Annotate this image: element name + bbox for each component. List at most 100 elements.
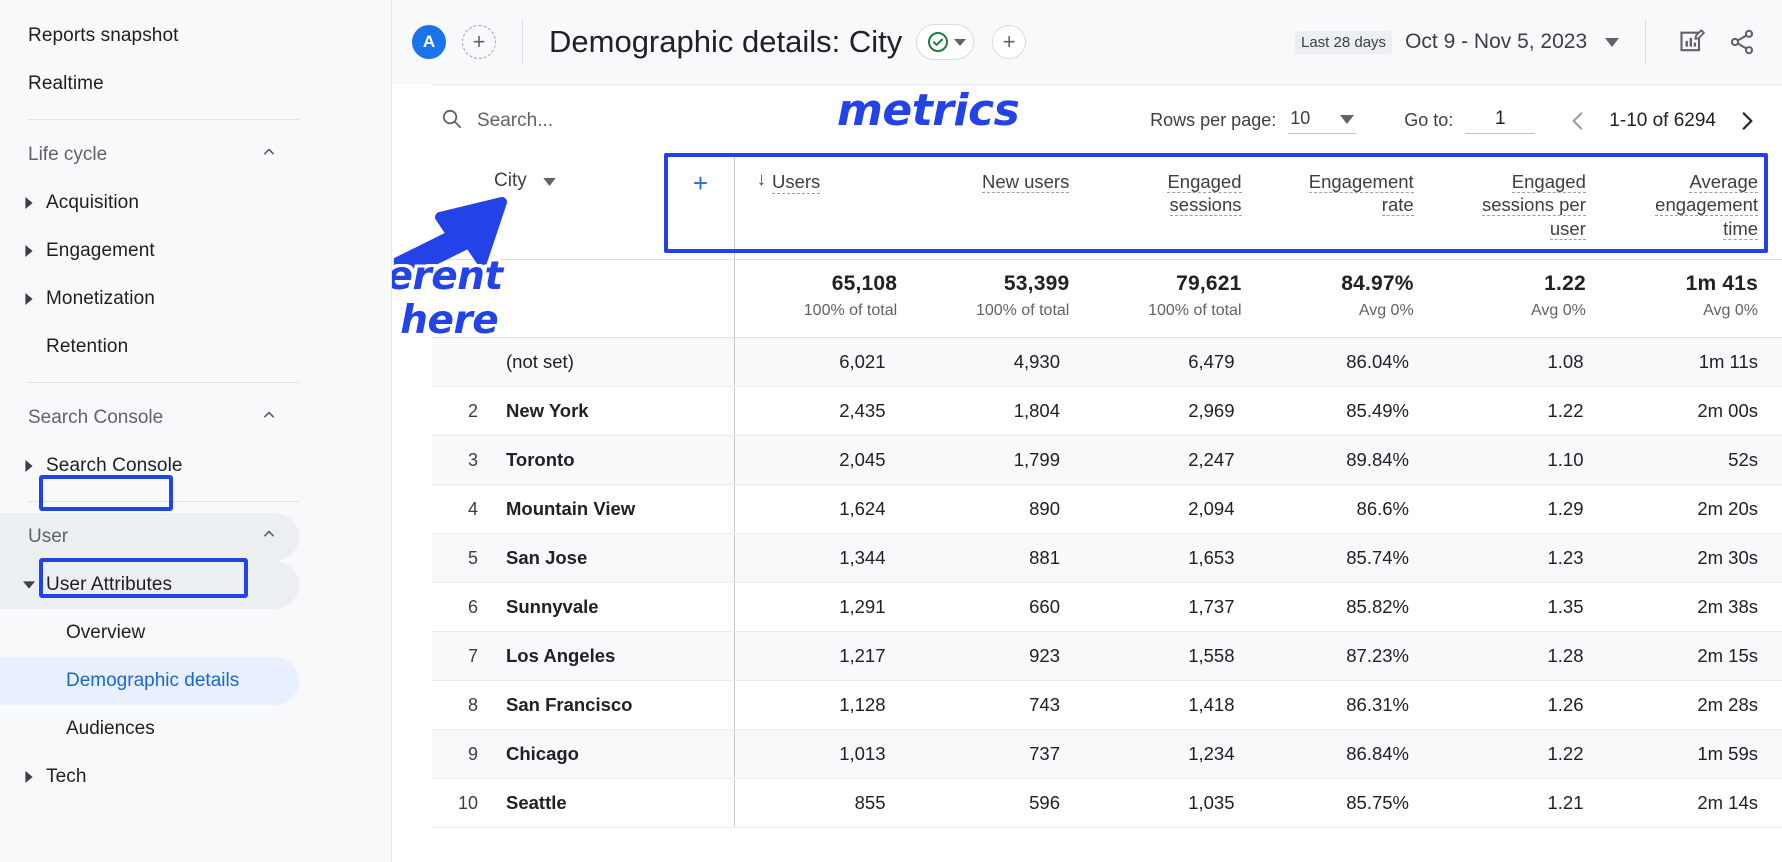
sidebar-item-engagement[interactable]: Engagement (0, 227, 299, 275)
column-header-new-users[interactable]: New users (921, 156, 1093, 259)
column-header-average-engagement-time[interactable]: Average engagement time (1610, 156, 1782, 259)
row-dimension-cell: (not set) (432, 338, 735, 386)
row-city-name[interactable]: Chicago (494, 743, 579, 765)
sidebar-item-tech[interactable]: Tech (0, 753, 299, 801)
sidebar-item-reports-snapshot[interactable]: Reports snapshot (0, 12, 299, 60)
left-navigation-sidebar: Reports snapshot Realtime Life cycle Acq… (0, 0, 392, 862)
plus-icon: + (1002, 29, 1016, 54)
row-rank: 6 (467, 596, 478, 617)
row-city-name[interactable]: Sunnyvale (494, 596, 599, 618)
table-summary-row: 65,108 100% of total 53,399 100% of tota… (432, 260, 1782, 338)
cell-users: 1,344 (839, 547, 886, 568)
row-city-name[interactable]: Mountain View (494, 498, 635, 520)
row-city-name[interactable]: (not set) (494, 351, 574, 373)
edit-chart-icon[interactable] (1672, 22, 1712, 62)
cell-engaged-sessions: 2,969 (1188, 400, 1235, 421)
rows-per-page-select[interactable]: 10 (1288, 108, 1357, 134)
sidebar-item-audiences[interactable]: Audiences (0, 705, 299, 753)
go-to-input[interactable] (1465, 107, 1536, 134)
summary-value: 53,399 (1003, 272, 1070, 295)
status-badge[interactable] (916, 24, 975, 60)
sidebar-item-label: Audiences (66, 718, 155, 739)
row-city-name[interactable]: Toronto (494, 449, 575, 471)
table-row[interactable]: (not set) 6,021 4,930 6,479 86.04% 1.08 1m 11s (432, 338, 1782, 387)
sidebar-item-acquisition[interactable]: Acquisition (0, 179, 299, 227)
cell-engaged-sessions-per-user: 1.08 (1547, 351, 1584, 372)
row-city-name[interactable]: New York (494, 400, 589, 422)
search-input[interactable] (477, 109, 792, 132)
cell-new-users: 881 (1029, 547, 1060, 568)
cell-engagement-rate: 85.75% (1346, 792, 1409, 813)
cell-average-engagement-time: 2m 38s (1697, 596, 1758, 617)
table-row[interactable]: 8 San Francisco 1,128 743 1,418 86.31% 1.26 2m … (432, 681, 1782, 730)
sidebar-item-retention[interactable]: Retention (0, 323, 299, 371)
row-city-name[interactable]: Seattle (494, 792, 567, 814)
dimension-selector[interactable]: City (494, 170, 556, 192)
previous-page-button[interactable] (1565, 108, 1591, 134)
column-header-engaged-sessions[interactable]: Engaged sessions (1093, 156, 1265, 259)
sidebar-item-realtime[interactable]: Realtime (0, 60, 299, 108)
cell-engaged-sessions: 1,234 (1188, 743, 1235, 764)
sidebar-item-user-attributes[interactable]: User Attributes (0, 561, 299, 609)
share-icon[interactable] (1722, 22, 1762, 62)
table-row[interactable]: 2 New York 2,435 1,804 2,969 85.49% 1.22 2m 00s (432, 387, 1782, 436)
column-header-engagement-rate[interactable]: Engagement rate (1266, 156, 1438, 259)
row-dimension-cell: 3 Toronto (432, 436, 735, 484)
sidebar-section-label: User (28, 526, 69, 547)
table-row[interactable]: 10 Seattle 855 596 1,035 85.75% 1.21 2m 14s (432, 779, 1782, 828)
sidebar-section-life-cycle[interactable]: Life cycle (0, 131, 299, 179)
cell-users: 1,128 (839, 694, 886, 715)
sidebar-item-overview[interactable]: Overview (0, 609, 299, 657)
sidebar-item-monetization[interactable]: Monetization (0, 275, 299, 323)
summary-dimension-cell (432, 260, 735, 337)
column-header-users[interactable]: ↓ Users (735, 156, 921, 259)
cell-engaged-sessions: 1,653 (1188, 547, 1235, 568)
go-to-label: Go to: (1404, 110, 1454, 130)
row-dimension-cell: 8 San Francisco (432, 681, 735, 729)
chevron-right-icon (18, 293, 40, 305)
table-row[interactable]: 7 Los Angeles 1,217 923 1,558 87.23% 1.28 2m 15… (432, 632, 1782, 681)
row-city-name[interactable]: Los Angeles (494, 645, 615, 667)
row-dimension-cell: 7 Los Angeles (432, 632, 735, 680)
cell-engaged-sessions: 1,418 (1188, 694, 1235, 715)
table-row[interactable]: 3 Toronto 2,045 1,799 2,247 89.84% 1.10 52s (432, 436, 1782, 485)
table-row[interactable]: 5 San Jose 1,344 881 1,653 85.74% 1.23 2m 30s (432, 534, 1782, 583)
add-account-button[interactable]: + (462, 25, 496, 59)
table-row[interactable]: 9 Chicago 1,013 737 1,234 86.84% 1.22 1m 59s (432, 730, 1782, 779)
cell-users: 855 (854, 792, 886, 813)
header-divider-2 (1645, 19, 1646, 65)
summary-cell-users: 65,108 100% of total (735, 260, 921, 337)
summary-cell-engaged-sessions: 79,621 100% of total (1093, 260, 1265, 337)
table-row[interactable]: 6 Sunnyvale 1,291 660 1,737 85.82% 1.35 2m 38s (432, 583, 1782, 632)
cell-engagement-rate: 86.04% (1346, 351, 1409, 372)
add-dimension-button[interactable]: + (693, 170, 708, 196)
cell-engagement-rate: 86.84% (1346, 743, 1409, 764)
rows-per-page-control: Rows per page: 10 (1150, 108, 1357, 134)
cell-average-engagement-time: 1m 59s (1697, 743, 1758, 764)
add-comparison-button[interactable]: + (992, 25, 1027, 59)
cell-average-engagement-time: 2m 15s (1697, 645, 1758, 666)
avatar[interactable]: A (412, 25, 446, 59)
search-box[interactable] (432, 107, 792, 135)
sidebar-item-demographic-details[interactable]: Demographic details (0, 657, 299, 705)
cell-users: 2,435 (839, 400, 886, 421)
cell-engagement-rate: 89.84% (1346, 449, 1409, 470)
row-city-name[interactable]: San Jose (494, 547, 587, 569)
column-header-engaged-sessions-per-user[interactable]: Engaged sessions per user (1438, 156, 1610, 259)
dimension-label: City (494, 170, 527, 191)
sidebar-item-search-console[interactable]: Search Console (0, 442, 299, 490)
row-rank: 7 (467, 645, 478, 666)
cell-new-users: 1,799 (1013, 449, 1060, 470)
sidebar-item-label: Realtime (28, 73, 104, 94)
table-row[interactable]: 4 Mountain View 1,624 890 2,094 86.6% 1.29 2m 2… (432, 485, 1782, 534)
date-range-picker[interactable]: Oct 9 - Nov 5, 2023 (1405, 30, 1619, 54)
sidebar-divider-1 (28, 119, 299, 120)
next-page-button[interactable] (1734, 108, 1760, 134)
row-city-name[interactable]: San Francisco (494, 694, 632, 716)
cell-engaged-sessions: 1,035 (1188, 792, 1235, 813)
sidebar-section-search-console[interactable]: Search Console (0, 394, 299, 442)
cell-engagement-rate: 86.6% (1356, 498, 1409, 519)
sidebar-item-label: Acquisition (46, 192, 139, 213)
chevron-right-icon (18, 245, 40, 257)
sidebar-section-user[interactable]: User (0, 513, 299, 561)
